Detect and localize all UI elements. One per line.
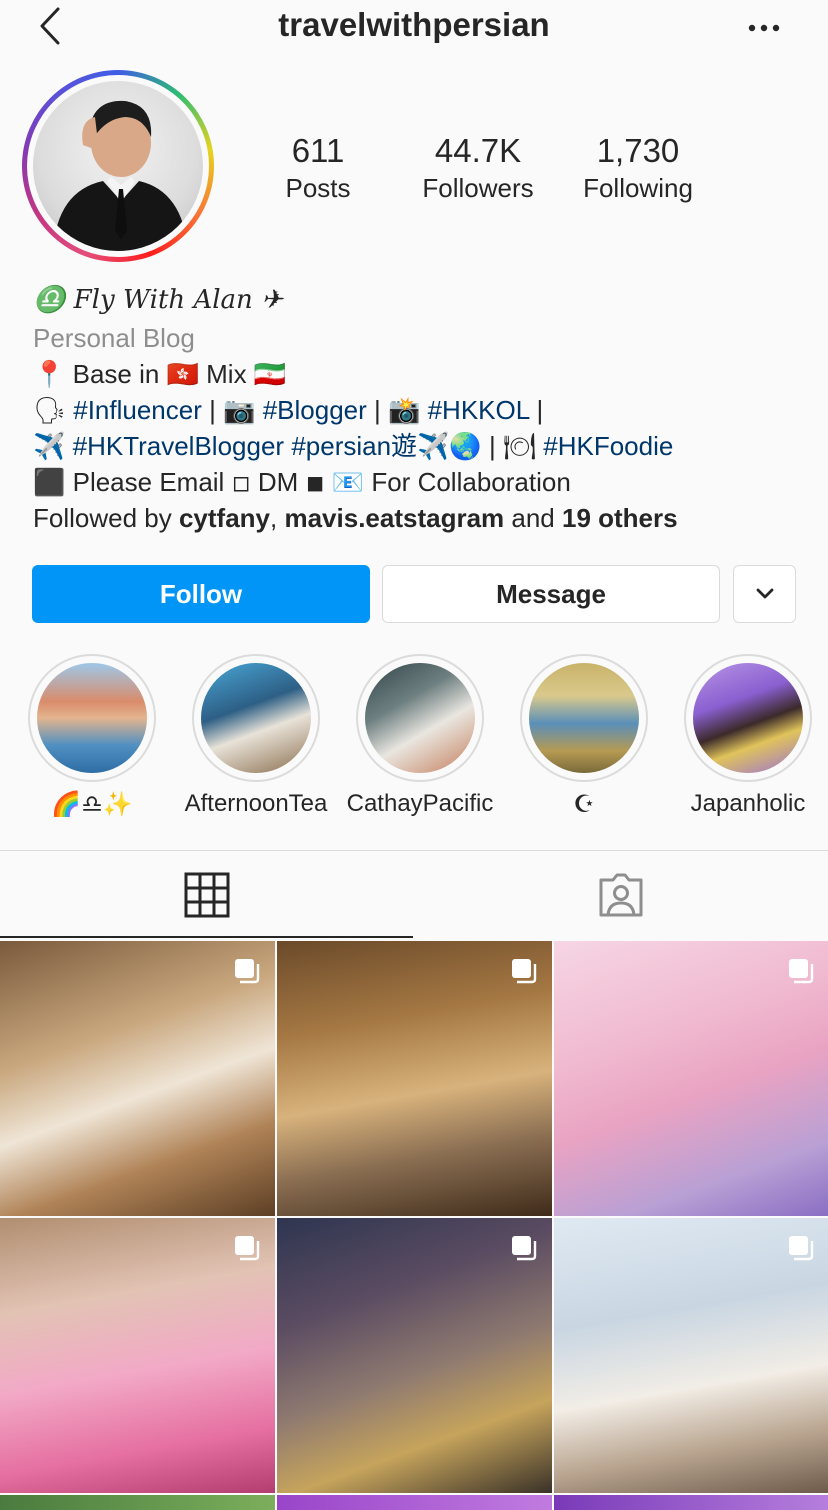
post-thumbnail[interactable] — [554, 1218, 828, 1493]
active-tab-indicator — [0, 936, 413, 938]
chevron-down-icon — [756, 588, 773, 599]
posts-label: Posts — [285, 173, 351, 203]
ellipsis-icon — [748, 24, 780, 32]
mutual-followers-others[interactable]: 19 others — [562, 503, 678, 533]
followers-count: 44.7K — [434, 132, 522, 169]
carousel-icon — [789, 959, 814, 984]
carousel-icon — [512, 959, 537, 984]
display-name: ♎ 𝐹𝑙𝑦 𝑊𝑖𝑡ℎ 𝐴𝑙𝑎𝑛 ✈ — [33, 280, 823, 320]
hashtag-link[interactable]: #Blogger — [263, 395, 367, 425]
following-label: Following — [583, 173, 693, 203]
profile-bio: ♎ 𝐹𝑙𝑦 𝑊𝑖𝑡ℎ 𝐴𝑙𝑎𝑛 ✈ Personal Blog 📍 Base i… — [33, 280, 823, 536]
bio-line-3: ✈️ #HKTravelBlogger #persian遊✈️🌏 | 🍽 #HK… — [33, 431, 674, 461]
highlight-cover — [693, 663, 803, 773]
hashtag-link[interactable]: #HKTravelBlogger — [73, 431, 284, 461]
followers-stat[interactable]: 44.7K Followers — [410, 132, 546, 206]
posts-count: 611 — [291, 132, 345, 169]
highlight-item[interactable]: ☪ — [502, 654, 666, 819]
grid-icon — [184, 872, 229, 917]
mutual-follower-link[interactable]: cytfany — [179, 503, 270, 533]
profile-category: Personal Blog — [33, 323, 195, 353]
post-thumbnail[interactable] — [277, 1495, 552, 1510]
posts-stat[interactable]: 611 Posts — [268, 132, 368, 206]
carousel-icon — [512, 1236, 537, 1261]
carousel-icon — [235, 1236, 260, 1261]
following-stat[interactable]: 1,730 Following — [568, 132, 708, 206]
post-thumbnail[interactable] — [554, 1495, 828, 1510]
highlight-cover — [201, 663, 311, 773]
post-thumbnail[interactable] — [554, 941, 828, 1216]
plane-glyph: ✈ — [261, 285, 283, 315]
story-ring[interactable] — [22, 70, 214, 262]
followed-by[interactable]: Followed by cytfany, mavis.eatstagram an… — [33, 500, 823, 536]
hashtag-link[interactable]: #persian遊 — [291, 431, 417, 461]
highlight-cover — [365, 663, 475, 773]
display-name-text: 𝐹𝑙𝑦 𝑊𝑖𝑡ℎ 𝐴𝑙𝑎𝑛 — [73, 285, 253, 315]
follow-button[interactable]: Follow — [32, 565, 370, 623]
highlight-item[interactable]: AfternoonTea — [174, 654, 338, 818]
bio-line-1: 📍 Base in 🇭🇰 Mix 🇮🇷 — [33, 359, 287, 389]
tab-tagged[interactable] — [414, 851, 828, 938]
tab-posts-grid[interactable] — [0, 851, 413, 938]
highlight-label: 🌈♎✨ — [51, 791, 133, 818]
highlight-cover — [529, 663, 639, 773]
hashtag-link[interactable]: #Influencer — [73, 395, 202, 425]
post-thumbnail[interactable] — [0, 941, 275, 1216]
highlight-item[interactable]: CathayPacific — [338, 654, 502, 818]
post-thumbnail[interactable] — [277, 941, 552, 1216]
highlight-item[interactable]: Japanholic — [666, 654, 828, 818]
libra-glyph: ♎ — [33, 285, 66, 315]
highlight-label: CathayPacific — [346, 790, 494, 817]
more-options-button[interactable] — [744, 8, 784, 48]
post-thumbnail[interactable] — [277, 1218, 552, 1493]
tagged-person-icon — [599, 873, 643, 916]
mutual-follower-link[interactable]: mavis.eatstagram — [284, 503, 504, 533]
carousel-icon — [235, 959, 260, 984]
highlight-label: ☪ — [573, 791, 595, 818]
followers-label: Followers — [422, 173, 534, 203]
highlight-label: AfternoonTea — [184, 790, 328, 817]
avatar — [33, 81, 203, 251]
post-thumbnail[interactable] — [0, 1495, 275, 1510]
post-thumbnail[interactable] — [0, 1218, 275, 1493]
following-count: 1,730 — [596, 132, 680, 169]
suggested-accounts-button[interactable] — [733, 565, 796, 623]
bio-line-4: ⬛ Please Email ◽ DM ◾ 📧 For Collaboratio… — [33, 467, 571, 497]
profile-header: travelwithpersian — [0, 0, 828, 56]
highlight-item[interactable]: 🌈♎✨ — [10, 654, 174, 819]
carousel-icon — [789, 1236, 814, 1261]
hashtag-link[interactable]: #HKFoodie — [543, 431, 673, 461]
highlight-label: Japanholic — [690, 790, 806, 817]
avatar-image — [53, 100, 188, 251]
bio-line-2: 🗣 #Influencer | 📷 #Blogger | 📸 #HKKOL | — [33, 395, 544, 425]
highlight-cover — [37, 663, 147, 773]
profile-username: travelwithpersian — [278, 6, 550, 43]
message-button[interactable]: Message — [382, 565, 720, 623]
hashtag-link[interactable]: #HKKOL — [428, 395, 530, 425]
